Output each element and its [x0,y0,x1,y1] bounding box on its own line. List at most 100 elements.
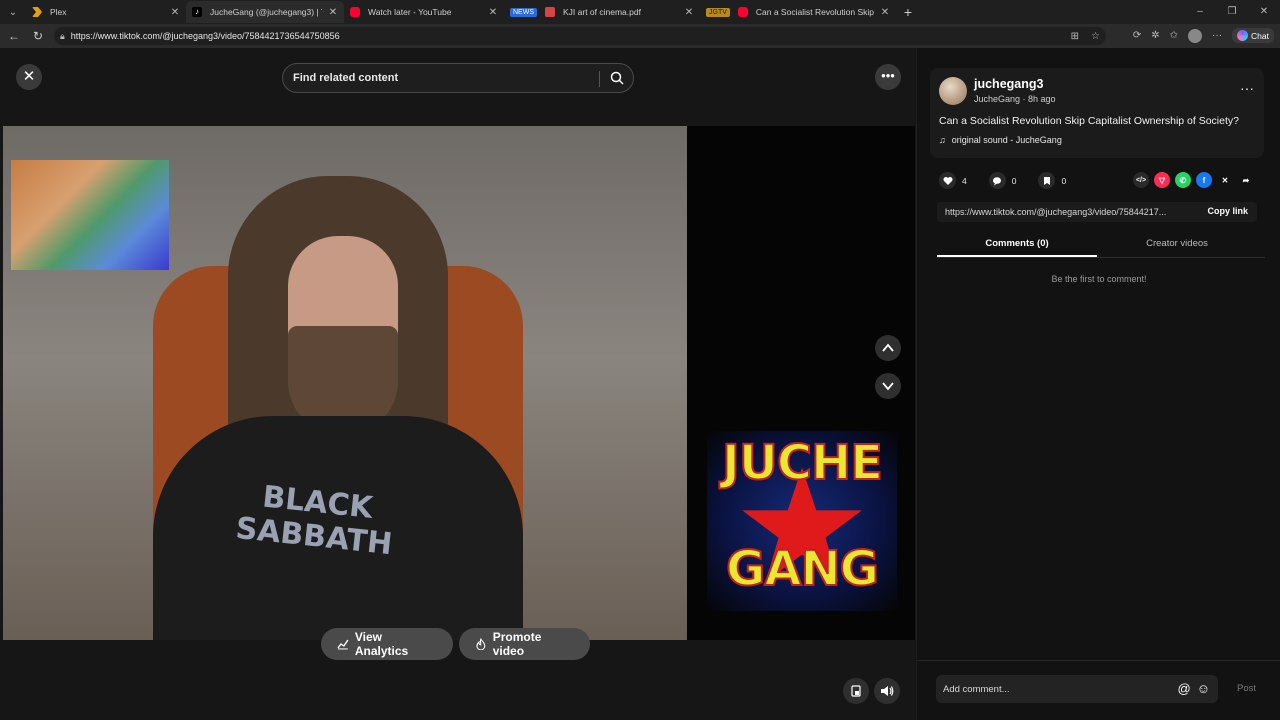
author-username[interactable]: juchegang3 [974,77,1043,91]
youtube-icon [737,7,748,17]
like-count: 4 [962,175,967,186]
panel-tabs: Comments (0) Creator videos [937,238,1265,258]
embed-icon[interactable]: </> [1133,172,1149,188]
puzzle-icon[interactable]: ✲ [1151,30,1159,41]
close-tab-icon[interactable]: ✕ [488,7,498,18]
close-tab-icon[interactable]: ✕ [328,7,338,18]
related-search-input[interactable]: Find related content [282,63,634,93]
save-button[interactable]: 0 [1038,172,1066,189]
close-tab-icon[interactable]: ✕ [880,7,890,18]
browser-tab-plex[interactable]: Plex ✕ [26,1,186,23]
author-avatar[interactable] [939,77,967,105]
tab-creator-videos[interactable]: Creator videos [1097,238,1257,257]
extensions-icon[interactable]: ⟳ [1133,30,1141,41]
pdf-icon [545,7,555,17]
comment-bubble-icon [988,172,1006,189]
url-field-icons: ⊞ ☆ [1071,31,1100,42]
restore-icon[interactable]: ❐ [1216,0,1248,24]
close-video-button[interactable]: ✕ [16,64,42,90]
analytics-chart-icon [337,639,349,650]
tab-label: Can a Socialist Revolution Skip Ca [755,7,874,17]
collections-icon[interactable]: ✩ [1170,30,1178,41]
favorite-star-icon[interactable]: ☆ [1091,31,1100,42]
tab-label: JucheGang (@juchegang3) | T [210,7,322,17]
close-window-icon[interactable]: ✕ [1248,0,1280,24]
facebook-icon[interactable]: f [1196,172,1212,188]
logo-text-line2: GANG [725,540,880,598]
tab-label: KJI art of cinema.pdf [563,7,641,17]
share-link-field[interactable]: https://www.tiktok.com/@juchegang3/video… [937,202,1257,222]
promote-video-label: Promote video [492,630,542,658]
video-stage: ✕ Find related content ••• BLACK SABBATH… [0,48,916,720]
promote-video-button[interactable]: Promote video [459,628,590,660]
juche-gang-logo: JUCHE GANG [707,431,897,611]
more-options-button[interactable]: ••• [875,64,901,90]
more-options-icon[interactable]: ··· [1240,80,1254,96]
tab-label: Plex [50,7,67,17]
x-twitter-icon[interactable]: ✕ [1217,172,1233,188]
post-comment-button[interactable]: Post [1237,683,1256,694]
address-bar-row: ← ↻ 🔒︎ https://www.tiktok.com/@juchegang… [0,24,1280,48]
author-meta: JucheGang · 8h ago [974,94,1056,104]
comment-count: 0 [1011,175,1017,186]
back-icon[interactable]: ← [2,29,26,43]
apps-icon[interactable]: ⊞ [1071,31,1079,42]
browser-tab-youtube[interactable]: Watch later - YouTube ✕ [344,1,504,23]
news-badge: NEWS [510,7,537,17]
share-options: </> ▽ ✆ f ✕ ➦ [1133,172,1254,188]
mention-icon[interactable]: @ [1178,681,1191,696]
tab-comments[interactable]: Comments (0) [937,238,1097,257]
browser-menu-icon[interactable]: ··· [1212,30,1222,41]
tab-label: Watch later - YouTube [368,7,452,17]
browser-tab-bar: ⌄ Plex ✕ ♪ JucheGang (@juchegang3) | T ✕… [0,0,1280,24]
site-info-icon[interactable]: 🔒︎ [60,31,65,42]
shirt-print-text: BLACK SABBATH [234,479,394,563]
chevron-up-icon [882,343,894,352]
comment-input-icons: @ ☺ [1178,681,1210,696]
volume-button[interactable] [874,678,900,704]
sound-link[interactable]: ♫ original sound - JucheGang [939,135,1062,145]
tiktok-icon: ♪ [192,7,202,17]
url-field[interactable]: 🔒︎ https://www.tiktok.com/@juchegang3/vi… [54,27,1106,45]
chat-label: Chat [1251,30,1269,41]
search-icon[interactable] [610,71,624,88]
browser-tab-video[interactable]: JGTV Can a Socialist Revolution Skip Ca … [700,1,896,23]
plex-icon [32,7,42,17]
view-analytics-button[interactable]: View Analytics [321,628,453,660]
search-placeholder: Find related content [293,72,399,84]
sound-label: original sound - JucheGang [951,135,1062,145]
whatsapp-icon[interactable]: ✆ [1175,172,1191,188]
empty-comments-message: Be the first to comment! [1051,274,1147,284]
minimize-icon[interactable]: – [1184,0,1216,24]
browser-tab-pdf[interactable]: NEWS KJI art of cinema.pdf ✕ [504,1,700,23]
new-tab-button[interactable]: + [896,4,920,20]
emoji-icon[interactable]: ☺ [1197,681,1210,696]
video-frame[interactable]: BLACK SABBATH [3,126,687,640]
previous-video-button[interactable] [875,335,901,361]
share-arrow-icon[interactable]: ➦ [1238,172,1254,188]
logo-text-line1: JUCHE [721,434,884,492]
copy-link-button[interactable]: Copy link [1207,206,1248,216]
author-card: juchegang3 JucheGang · 8h ago ··· Can a … [930,68,1264,158]
next-video-button[interactable] [875,373,901,399]
window-controls: – ❐ ✕ [1184,0,1280,24]
copilot-icon [1237,30,1249,41]
speaker-icon [881,686,894,696]
close-tab-icon[interactable]: ✕ [170,7,180,18]
like-button[interactable]: 4 [939,172,967,189]
miniplayer-button[interactable] [843,678,869,704]
tab-actions-menu-icon[interactable]: ⌄ [0,0,26,24]
repost-icon[interactable]: ▽ [1154,172,1170,188]
view-analytics-label: View Analytics [354,630,409,658]
browser-toolbar: ⟳ ✲ ✩ ··· Chat [1133,28,1274,43]
close-tab-icon[interactable]: ✕ [684,7,694,18]
profile-avatar[interactable] [1188,28,1203,43]
youtube-icon [350,7,360,17]
comment-button[interactable]: 0 [988,172,1017,189]
chat-button[interactable]: Chat [1232,28,1274,43]
refresh-icon[interactable]: ↻ [26,29,50,43]
heart-icon [939,172,956,189]
comment-placeholder: Add comment... [943,683,1010,695]
browser-tab-tiktok[interactable]: ♪ JucheGang (@juchegang3) | T ✕ [186,1,344,23]
comment-input[interactable]: Add comment... @ ☺ [936,675,1218,703]
